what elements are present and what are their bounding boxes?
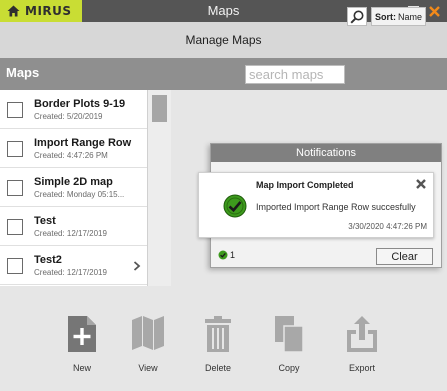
copy-icon bbox=[275, 316, 303, 352]
notification-title: Map Import Completed bbox=[256, 180, 354, 190]
map-name: Test bbox=[34, 215, 56, 227]
view-label: View bbox=[138, 363, 158, 373]
list-scrollbar[interactable] bbox=[152, 95, 167, 122]
search-icon bbox=[350, 10, 364, 24]
notification-count: 1 bbox=[218, 250, 235, 260]
search-input[interactable] bbox=[245, 65, 345, 84]
chevron-right-icon[interactable] bbox=[133, 259, 141, 274]
map-created: Created: 12/17/2019 bbox=[34, 268, 107, 277]
trash-icon bbox=[205, 316, 231, 352]
divider bbox=[147, 90, 148, 286]
check-badge-icon bbox=[218, 250, 228, 260]
delete-label: Delete bbox=[204, 363, 231, 373]
list-item[interactable]: Simple 2D map Created: Monday 05:15... bbox=[0, 168, 147, 207]
map-checkbox[interactable] bbox=[7, 141, 23, 157]
list-item[interactable]: Test2 Created: 12/17/2019 bbox=[0, 246, 147, 285]
map-created: Created: 12/17/2019 bbox=[34, 229, 107, 238]
copy-label: Copy bbox=[278, 363, 300, 373]
notification-timestamp: 3/30/2020 4:47:26 PM bbox=[348, 222, 427, 231]
export-icon bbox=[347, 316, 377, 352]
map-checkbox[interactable] bbox=[7, 219, 23, 235]
success-check-icon bbox=[223, 194, 247, 218]
page-title: Manage Maps bbox=[185, 33, 262, 47]
close-icon bbox=[429, 5, 440, 17]
map-view-icon bbox=[132, 316, 164, 350]
new-button[interactable]: New bbox=[52, 286, 112, 391]
view-button[interactable]: View bbox=[118, 286, 178, 391]
sort-label: Sort: bbox=[374, 11, 396, 22]
dismiss-icon[interactable] bbox=[415, 178, 427, 190]
export-button[interactable]: Export bbox=[332, 286, 392, 391]
sort-button[interactable]: Sort: Name bbox=[371, 7, 426, 26]
page-subtitle-bar: Manage Maps bbox=[0, 22, 447, 58]
map-name: Border Plots 9-19 bbox=[34, 98, 126, 110]
new-file-icon bbox=[68, 316, 96, 352]
map-checkbox[interactable] bbox=[7, 180, 23, 196]
sort-value: Name bbox=[397, 11, 422, 22]
bottom-toolbar: New View Delete Copy Export bbox=[0, 286, 447, 391]
copy-button[interactable]: Copy bbox=[259, 286, 319, 391]
map-created: Created: 5/20/2019 bbox=[34, 112, 103, 121]
clear-button[interactable]: Clear bbox=[376, 248, 433, 265]
delete-button[interactable]: Delete bbox=[188, 286, 248, 391]
map-name: Import Range Row bbox=[34, 137, 132, 149]
new-label: New bbox=[72, 363, 91, 373]
close-button[interactable] bbox=[424, 0, 445, 22]
export-label: Export bbox=[348, 363, 375, 373]
list-item[interactable]: Test Created: 12/17/2019 bbox=[0, 207, 147, 246]
map-name: Simple 2D map bbox=[34, 176, 113, 188]
map-checkbox[interactable] bbox=[7, 102, 23, 118]
map-list: Border Plots 9-19 Created: 5/20/2019 Imp… bbox=[0, 90, 147, 286]
map-checkbox[interactable] bbox=[7, 258, 23, 274]
map-name: Test2 bbox=[34, 254, 62, 266]
maps-header: Maps bbox=[0, 58, 447, 90]
notifications-header: Notifications bbox=[211, 144, 441, 162]
notification-message: Imported Import Range Row succesfully bbox=[256, 202, 416, 212]
search-button[interactable] bbox=[347, 7, 367, 26]
map-created: Created: Monday 05:15... bbox=[34, 190, 125, 199]
list-item[interactable]: Border Plots 9-19 Created: 5/20/2019 bbox=[0, 90, 147, 129]
list-item[interactable]: Import Range Row Created: 4:47:26 PM bbox=[0, 129, 147, 168]
maps-section-title: Maps bbox=[6, 65, 40, 80]
notification-count-value: 1 bbox=[230, 250, 236, 260]
notification-card: Map Import Completed Imported Import Ran… bbox=[198, 172, 434, 238]
map-created: Created: 4:47:26 PM bbox=[34, 151, 108, 160]
